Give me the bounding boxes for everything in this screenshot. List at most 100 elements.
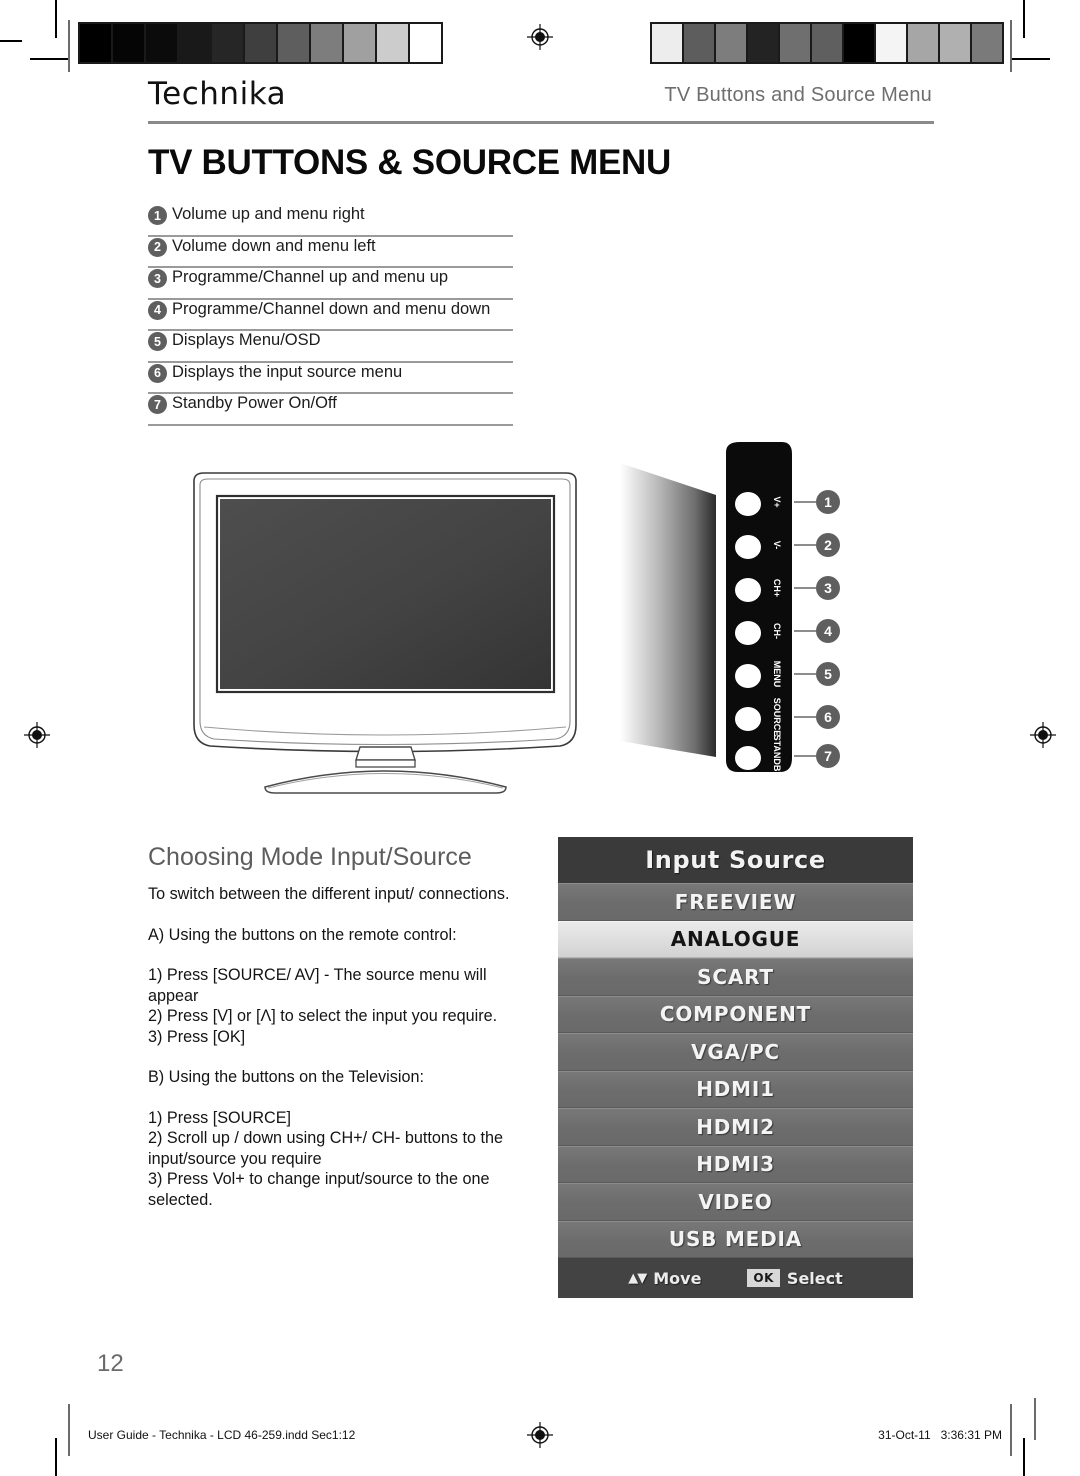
legend-row: 1 Volume up and menu right [148,205,513,237]
legend-number-badge: 5 [148,332,167,351]
running-head: TV Buttons and Source Menu [664,84,932,106]
osd-move-hint: ▲▼ Move [628,1269,701,1288]
legend-label: Programme/Channel down and menu down [172,299,491,318]
osd-title: Input Source [558,837,913,883]
legend-label: Standby Power On/Off [172,394,337,412]
page-number: 12 [97,1350,124,1377]
legend-row: 2 Volume down and menu left [148,236,513,268]
calibration-swatch-1 [113,24,144,62]
osd-item[interactable]: HDMI2 [558,1108,913,1146]
osd-item[interactable]: COMPONENT [558,995,913,1033]
callout-badge: 2 [816,533,840,557]
legend-number-badge: 7 [148,395,167,414]
legend-row: 4 Programme/Channel down and menu down [148,299,513,331]
calibration-swatch-4 [780,24,810,62]
osd-item-selected[interactable]: ANALOGUE [558,920,913,958]
calibration-swatch-2 [716,24,746,62]
legend-row: 6 Displays the input source menu [148,362,513,394]
crop-mark-bottom-left-vertical [55,1438,57,1476]
osd-item[interactable]: FREEVIEW [558,883,913,921]
calibration-swatch-8 [344,24,375,62]
calibration-swatch-3 [748,24,778,62]
legend-label: Volume down and menu left [172,236,376,255]
osd-move-label: Move [653,1268,702,1288]
osd-item[interactable]: HDMI3 [558,1145,913,1183]
legend-label: Programme/Channel up and menu up [172,268,449,286]
ok-button-icon: OK [747,1269,780,1287]
calibration-swatch-4 [212,24,243,62]
callout-badge: 3 [816,576,840,600]
osd-item[interactable]: VGA/PC [558,1033,913,1071]
calibration-swatch-0 [80,24,111,62]
osd-select-hint: OK Select [747,1268,843,1288]
svg-text:1: 1 [824,494,832,510]
page-edge-rule-right-bottom [1010,1404,1012,1456]
calibration-swatch-10 [972,24,1002,62]
crop-mark-top-right-horizontal [1012,58,1050,60]
osd-item[interactable]: USB MEDIA [558,1220,913,1258]
crop-mark-top-left-vertical [55,0,57,38]
svg-text:4: 4 [824,623,832,639]
callout-badge: 7 [816,744,840,768]
callout-badge: 1 [816,490,840,514]
osd-item-list: FREEVIEW ANALOGUE SCART COMPONENT VGA/PC HDMI… [558,883,913,1258]
calibration-swatch-6 [844,24,874,62]
section-title: Choosing Mode Input/Source [148,843,472,871]
button-legend-list: 1 Volume up and menu right 2 Volume down an… [148,205,513,426]
legend-number-badge: 2 [148,237,167,257]
side-button-label: STANDBY [772,735,782,778]
calibration-swatch-9 [940,24,970,62]
legend-row: 7 Standby Power On/Off [148,394,513,426]
legend-label: Displays the input source menu [172,362,403,381]
calibration-swatch-6 [278,24,309,62]
legend-label: Volume up and menu right [172,205,365,223]
svg-text:6: 6 [824,709,832,725]
crop-mark-bottom-right-vertical [1023,1438,1025,1476]
calibration-swatch-7 [876,24,906,62]
page-title: TV BUTTONS & SOURCE MENU [148,143,672,182]
part-b-heading: B) Using the buttons on the Television: [148,1068,424,1086]
callout-badge: 4 [816,619,840,643]
trim-rule-right [1034,1398,1036,1440]
registration-target-top-center [527,24,553,50]
registration-target-left-middle [24,722,50,748]
page-edge-rule-right [1010,20,1012,72]
side-button-label: SOURCE [772,698,782,737]
calibration-swatch-10 [410,24,441,62]
legend-number-badge: 3 [148,269,167,288]
osd-item[interactable]: VIDEO [558,1183,913,1221]
calibration-swatch-3 [179,24,210,62]
legend-number-badge: 1 [148,206,167,225]
legend-number-badge: 4 [148,300,167,320]
legend-row: 5 Displays Menu/OSD [148,331,513,363]
calibration-swatch-5 [812,24,842,62]
section-body: To switch between the different input/ c… [148,884,538,1210]
osd-select-label: Select [786,1268,843,1288]
legend-number-badge: 6 [148,363,167,383]
grayscale-calibration-strip-left [78,22,443,64]
part-b-steps: 1) Press [SOURCE] 2) Scroll up / down us… [148,1108,503,1209]
calibration-swatch-9 [377,24,408,62]
crop-mark-left-upper [0,40,22,42]
calibration-swatch-8 [908,24,938,62]
crop-mark-top-right-vertical [1023,0,1025,38]
page-edge-rule-left-bottom [68,1404,70,1456]
side-button-label: CH+ [772,579,782,597]
osd-item[interactable]: HDMI1 [558,1070,913,1108]
svg-text:3: 3 [824,580,832,596]
side-button-label: V- [772,541,782,550]
registration-target-bottom-center [527,1422,553,1448]
svg-text:7: 7 [824,748,832,764]
osd-item[interactable]: SCART [558,958,913,996]
print-timestamp: 31-Oct-11 3:36:31 PM [878,1428,1002,1442]
registration-target-right-middle [1030,722,1056,748]
calibration-swatch-2 [146,24,177,62]
side-button-label: MENU [772,661,782,688]
part-a-heading: A) Using the buttons on the remote contr… [148,925,457,944]
tv-side-button-panel-illustration: V+ V- CH+ CH- MENU SOURCE STANDBY 1 2 3 4 5 6 7 [720,440,870,785]
svg-text:5: 5 [824,666,832,682]
file-info: User Guide - Technika - LCD 46-259.indd … [88,1428,356,1442]
legend-row: 3 Programme/Channel up and menu up [148,268,513,300]
up-down-arrows-icon: ▲▼ [628,1270,647,1286]
input-source-osd: Input Source FREEVIEW ANALOGUE SCART COMPON… [558,837,913,1298]
